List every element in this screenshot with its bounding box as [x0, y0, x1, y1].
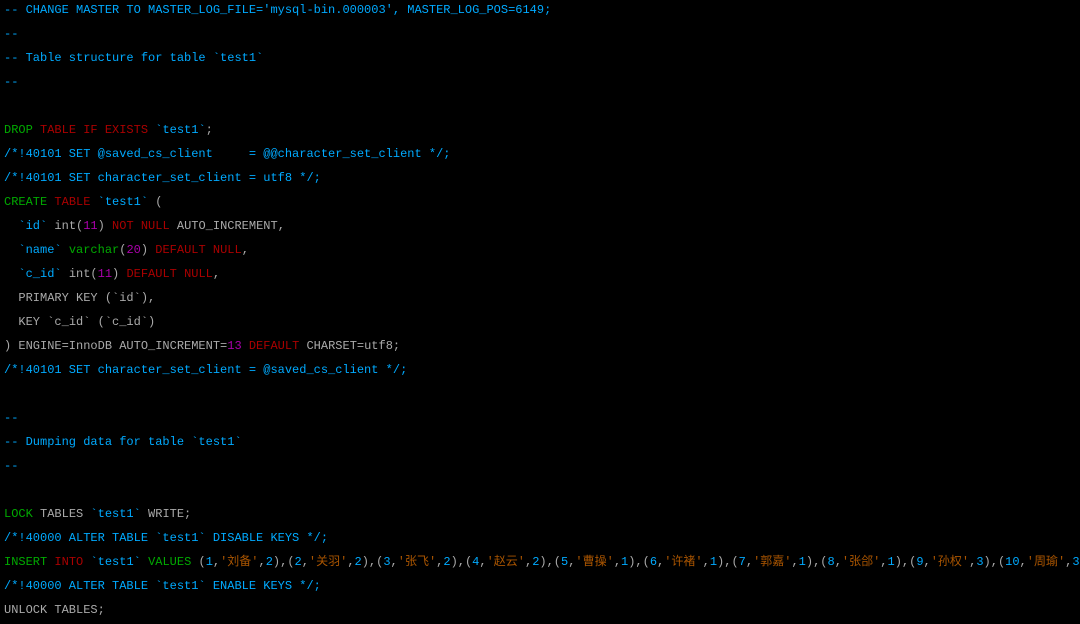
kw-create: CREATE — [4, 195, 47, 209]
kw-table: TABLE — [54, 195, 90, 209]
auto-inc: AUTO_INCREMENT, — [170, 219, 285, 233]
directive-cs-utf8: /*!40101 SET character_set_client = utf8… — [4, 171, 321, 185]
type-varchar: varchar — [69, 243, 119, 257]
kw-default-null: DEFAULT NULL — [126, 267, 212, 281]
val-cid: 2 — [355, 555, 362, 569]
sql-dump-code[interactable]: -- CHANGE MASTER TO MASTER_LOG_FILE='mys… — [0, 0, 1080, 624]
comment-change-master: -- CHANGE MASTER TO MASTER_LOG_FILE='mys… — [4, 3, 551, 17]
val-id: 10 — [1005, 555, 1019, 569]
write: WRITE; — [141, 507, 191, 521]
val-cid: 2 — [266, 555, 273, 569]
kw-into: INTO — [54, 555, 83, 569]
kw-default: DEFAULT — [249, 339, 299, 353]
val-name: '周瑜' — [1027, 555, 1065, 569]
primary-key: PRIMARY KEY (`id`), — [18, 291, 155, 305]
kw-drop: DROP — [4, 123, 33, 137]
num-11: 11 — [83, 219, 97, 233]
val-id: 6 — [650, 555, 657, 569]
type-int: int( — [47, 219, 83, 233]
val-cid: 3 — [1072, 555, 1079, 569]
comment-struct-test1: -- Table structure for table `test1` — [4, 51, 263, 65]
val-cid: 3 — [976, 555, 983, 569]
engine-pre: ) ENGINE=InnoDB AUTO_INCREMENT= — [4, 339, 227, 353]
col-id: `id` — [18, 219, 47, 233]
val-id: 2 — [295, 555, 302, 569]
val-name: '曹操' — [575, 555, 613, 569]
val-id: 1 — [206, 555, 213, 569]
tbl-test1: `test1` — [155, 123, 205, 137]
dashes: -- — [4, 411, 18, 425]
val-cid: 2 — [443, 555, 450, 569]
kw-values: VALUES — [148, 555, 191, 569]
directive-save-cs: /*!40101 SET @saved_cs_client = @@charac… — [4, 147, 450, 161]
comment-dump-test1: -- Dumping data for table `test1` — [4, 435, 242, 449]
val-name: '郭嘉' — [753, 555, 791, 569]
type-int: int( — [62, 267, 98, 281]
kw-insert: INSERT — [4, 555, 47, 569]
val-name: '张郃' — [842, 555, 880, 569]
val-id: 8 — [827, 555, 834, 569]
tbl-test1: `test1` — [90, 507, 140, 521]
kw-default-null: DEFAULT NULL — [155, 243, 241, 257]
col-name: `name` — [18, 243, 61, 257]
semi: ; — [206, 123, 213, 137]
kw-null: NULL — [141, 219, 170, 233]
val-id: 9 — [916, 555, 923, 569]
directive-cs-restore: /*!40101 SET character_set_client = @sav… — [4, 363, 407, 377]
dashes: -- — [4, 75, 18, 89]
val-cid: 1 — [799, 555, 806, 569]
val-cid: 1 — [710, 555, 717, 569]
dashes: -- — [4, 459, 18, 473]
num-11: 11 — [98, 267, 112, 281]
num-20: 20 — [126, 243, 140, 257]
num-13: 13 — [227, 339, 241, 353]
val-name: '张飞' — [398, 555, 436, 569]
insert-test1-line: INSERT INTO `test1` VALUES (1,'刘备',2),(2… — [4, 556, 1076, 568]
unlock-tables: UNLOCK TABLES; — [4, 603, 105, 617]
val-name: '关羽' — [309, 555, 347, 569]
kw-lock: LOCK — [4, 507, 33, 521]
val-name: '孙权' — [931, 555, 969, 569]
tbl-test1: `test1` — [98, 195, 148, 209]
val-id: 7 — [739, 555, 746, 569]
dashes: -- — [4, 27, 18, 41]
val-id: 3 — [383, 555, 390, 569]
kw-not: NOT — [112, 219, 134, 233]
val-name: '许褚' — [664, 555, 702, 569]
charset: CHARSET=utf8; — [299, 339, 400, 353]
directive-disable-t1: /*!40000 ALTER TABLE `test1` DISABLE KEY… — [4, 531, 328, 545]
val-name: '赵云' — [487, 555, 525, 569]
directive-enable-t1: /*!40000 ALTER TABLE `test1` ENABLE KEYS… — [4, 579, 321, 593]
col-cid: `c_id` — [18, 267, 61, 281]
tables-word: TABLES — [33, 507, 91, 521]
tbl-test1: `test1` — [90, 555, 140, 569]
val-name: '刘备' — [220, 555, 258, 569]
kw-table-if-exists: TABLE IF EXISTS — [40, 123, 148, 137]
val-cid: 1 — [888, 555, 895, 569]
key-cid: KEY `c_id` (`c_id`) — [18, 315, 155, 329]
